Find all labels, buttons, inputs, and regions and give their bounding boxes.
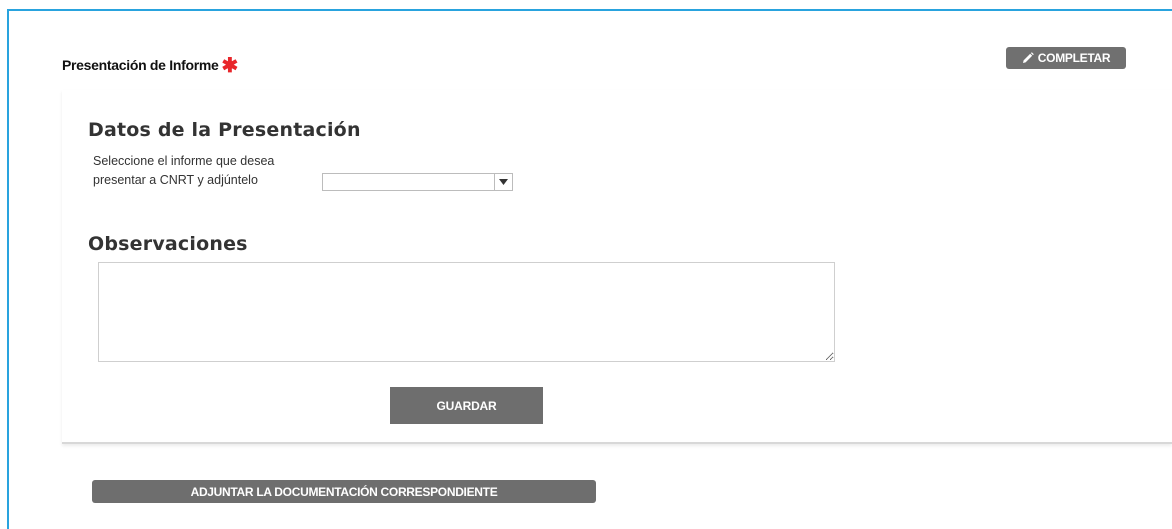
observations-textarea[interactable] (98, 262, 835, 362)
presentation-section-title: Datos de la Presentación (88, 119, 361, 141)
observations-section-title: Observaciones (88, 233, 248, 255)
guardar-button[interactable]: GUARDAR (390, 387, 543, 424)
select-arrow-button[interactable] (494, 174, 512, 190)
page-title-text: Presentación de Informe (62, 57, 219, 73)
pencil-icon (1022, 52, 1034, 63)
completar-button[interactable]: COMPLETAR (1006, 47, 1126, 69)
chevron-down-icon (499, 179, 508, 185)
page-title: Presentación de Informe ✱ (62, 51, 238, 77)
report-select-label: Seleccione el informe que desea presenta… (93, 154, 275, 187)
report-select[interactable] (322, 173, 513, 191)
completar-label: COMPLETAR (1037, 51, 1111, 65)
required-asterisk-icon: ✱ (221, 55, 238, 77)
adjuntar-documentacion-button[interactable]: ADJUNTAR LA DOCUMENTACIÓN CORRESPONDIENT… (92, 480, 596, 503)
